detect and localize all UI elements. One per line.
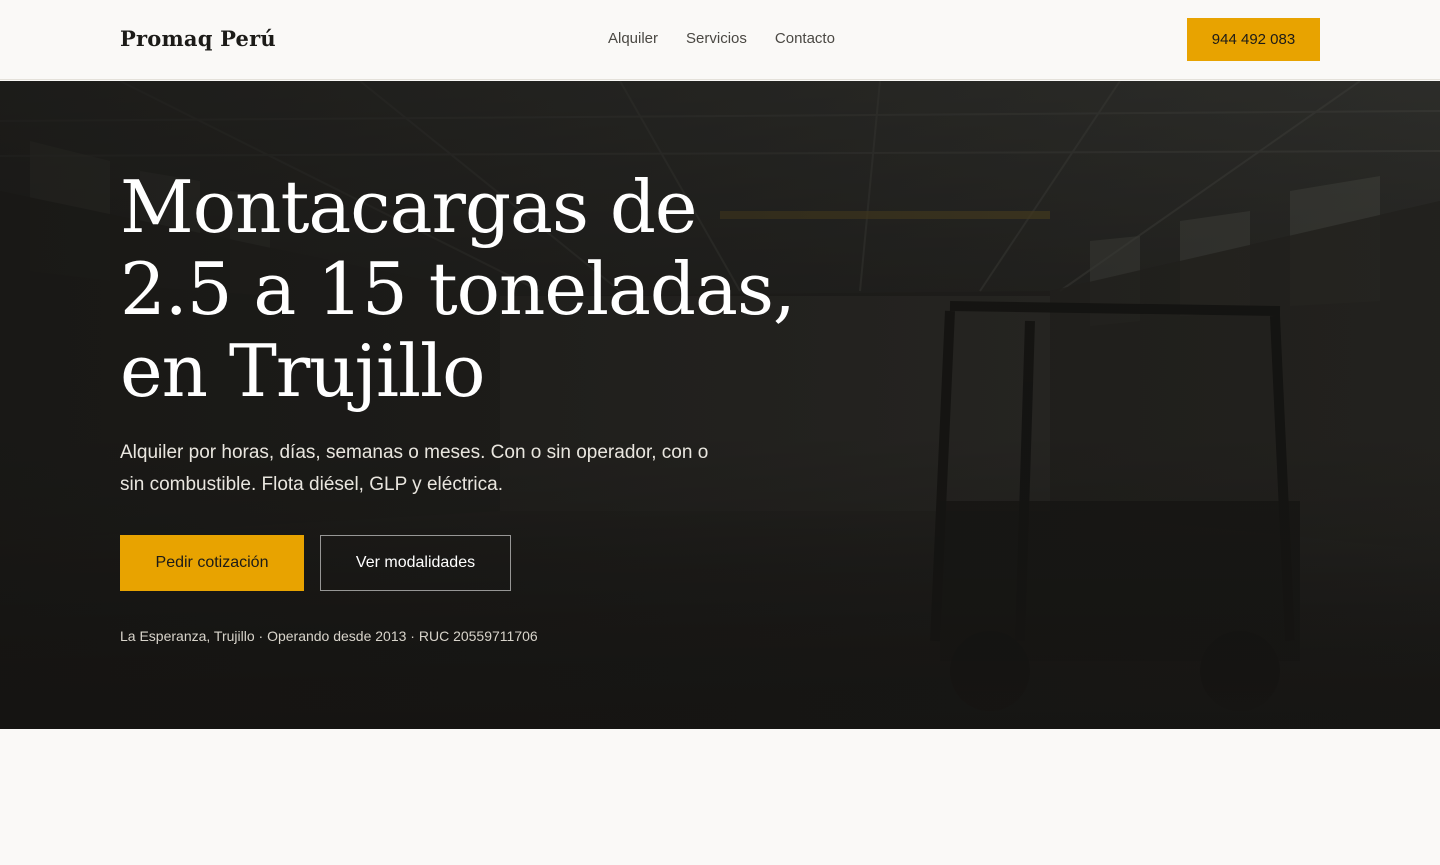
- company-meta: La Esperanza, Trujillo · Operando desde …: [120, 628, 538, 644]
- logo[interactable]: Promaq Perú: [120, 26, 276, 51]
- phone-button[interactable]: 944 492 083: [1187, 18, 1320, 61]
- main-nav: Alquiler Servicios Contacto: [608, 30, 835, 47]
- hero-subtitle: Alquiler por horas, días, semanas o mese…: [120, 442, 709, 495]
- view-modalities-button[interactable]: Ver modalidades: [320, 535, 511, 591]
- hero-section: Montacargas de 2.5 a 15 toneladas, en Tr…: [0, 81, 1440, 729]
- hero-title-line-1: Montacargas de: [120, 165, 698, 249]
- nav-link-alquiler[interactable]: Alquiler: [608, 30, 658, 47]
- nav-link-servicios[interactable]: Servicios: [686, 30, 747, 47]
- site-header: Promaq Perú Alquiler Servicios Contacto …: [0, 0, 1440, 80]
- hero-title-line-3: en Trujillo: [120, 329, 485, 413]
- hero-title: Montacargas de 2.5 a 15 toneladas, en Tr…: [120, 166, 880, 412]
- nav-link-contacto[interactable]: Contacto: [775, 30, 835, 47]
- request-quote-button[interactable]: Pedir cotización: [120, 535, 304, 591]
- hero-title-line-2: 2.5 a 15 toneladas,: [120, 247, 796, 331]
